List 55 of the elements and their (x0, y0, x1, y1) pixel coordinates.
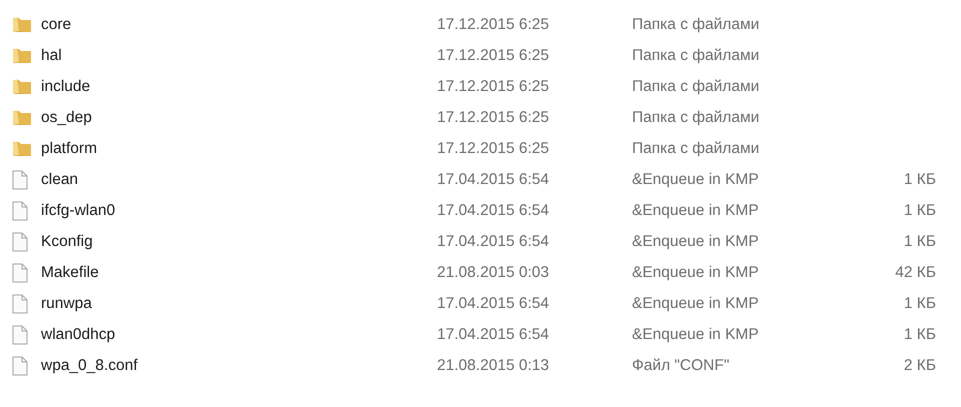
folder-icon (12, 109, 32, 126)
modified-date: 21.08.2015 0:03 (437, 264, 550, 282)
file-type: &Enqueue in KMP (632, 232, 760, 250)
file-icon (12, 262, 28, 282)
file-name[interactable]: os_dep (41, 108, 437, 126)
file-size: 1 КБ (904, 202, 936, 220)
modified-date: 17.12.2015 6:25 (437, 140, 550, 158)
modified-date: 17.12.2015 6:25 (437, 78, 550, 96)
file-name[interactable]: clean (41, 170, 437, 188)
modified-date: 17.04.2015 6:54 (437, 170, 550, 188)
modified-date: 17.12.2015 6:25 (437, 108, 550, 126)
file-type: Папка с файлами (632, 46, 760, 64)
file-name[interactable]: wlan0dhcp (41, 326, 437, 344)
file-name[interactable]: hal (41, 46, 437, 64)
modified-date: 17.04.2015 6:54 (437, 326, 550, 344)
file-type: &Enqueue in KMP (632, 202, 760, 220)
folder-icon (12, 78, 32, 95)
file-icon (12, 294, 28, 314)
file-size: 1 КБ (904, 232, 936, 250)
modified-date: 17.04.2015 6:54 (437, 294, 550, 312)
file-type: &Enqueue in KMP (632, 326, 760, 344)
modified-date: 17.12.2015 6:25 (437, 16, 550, 34)
file-name[interactable]: runwpa (41, 294, 437, 312)
file-icon (12, 232, 28, 252)
file-icon (12, 200, 28, 220)
file-icon (12, 324, 28, 344)
file-type: Файл "CONF" (632, 356, 730, 374)
file-type: &Enqueue in KMP (632, 294, 760, 312)
modified-date: 17.12.2015 6:25 (437, 46, 550, 64)
file-type: &Enqueue in KMP (632, 264, 760, 282)
folder-icon (12, 16, 32, 33)
file-icon (12, 170, 28, 190)
file-type: Папка с файлами (632, 78, 760, 96)
file-name[interactable]: ifcfg-wlan0 (41, 202, 437, 220)
file-size: 1 КБ (904, 170, 936, 188)
file-size: 42 КБ (895, 264, 936, 282)
file-name[interactable]: Kconfig (41, 232, 437, 250)
modified-date: 17.04.2015 6:54 (437, 232, 550, 250)
file-name[interactable]: Makefile (41, 264, 437, 282)
file-name[interactable]: platform (41, 140, 437, 158)
modified-date: 17.04.2015 6:54 (437, 202, 550, 220)
file-name[interactable]: include (41, 78, 437, 96)
file-type: Папка с файлами (632, 108, 760, 126)
file-size: 1 КБ (904, 294, 936, 312)
file-type: &Enqueue in KMP (632, 170, 760, 188)
file-type: Папка с файлами (632, 140, 760, 158)
file-size: 2 КБ (904, 356, 936, 374)
folder-icon (12, 47, 32, 64)
modified-date: 21.08.2015 0:13 (437, 356, 550, 374)
file-name[interactable]: core (41, 16, 437, 34)
file-name[interactable]: wpa_0_8.conf (41, 356, 437, 374)
folder-icon (12, 140, 32, 157)
file-type: Папка с файлами (632, 16, 760, 34)
file-size: 1 КБ (904, 326, 936, 344)
file-icon (12, 356, 28, 376)
